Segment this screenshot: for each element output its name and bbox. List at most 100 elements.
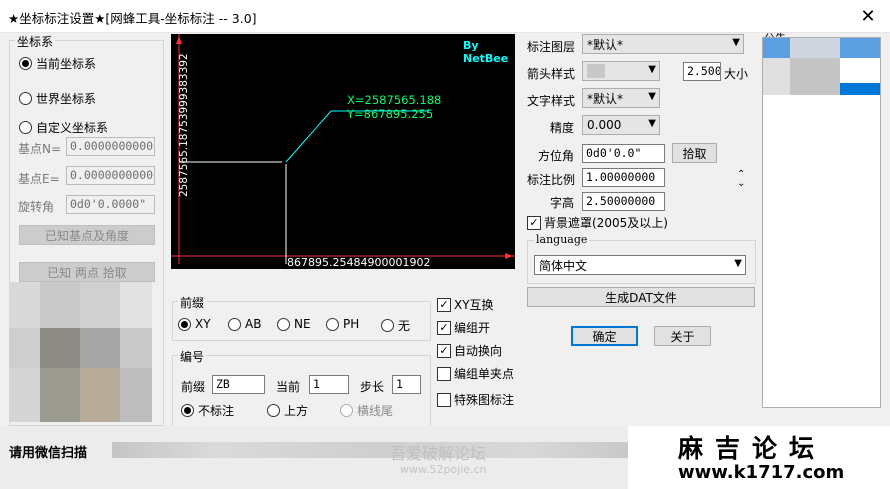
- base-e-field[interactable]: 0.000000000000: [66, 166, 155, 185]
- checkmark-icon: ✓: [437, 343, 451, 358]
- num-step-label: 步长: [360, 380, 385, 394]
- height-field[interactable]: 2.50000000: [582, 192, 665, 211]
- language-label: language: [534, 233, 590, 246]
- text-style-select[interactable]: *默认* ▼: [582, 88, 660, 108]
- chevron-down-icon: ▼: [734, 258, 742, 269]
- checkmark-icon: ✓: [437, 297, 451, 312]
- checkmark-icon: ✓: [527, 215, 541, 230]
- badge-url: www.k1717.com: [678, 462, 845, 483]
- layer-select[interactable]: *默认* ▼: [582, 34, 744, 54]
- language-value: 简体中文: [539, 258, 588, 273]
- known-base-button[interactable]: 已知基点及角度: [19, 225, 155, 245]
- close-icon[interactable]: ✕: [846, 0, 890, 32]
- radio-current-coord[interactable]: 当前坐标系: [19, 55, 96, 72]
- preview-x-text: X=2587565.188: [347, 93, 442, 107]
- radio-label: 世界坐标系: [36, 92, 97, 106]
- radio-dot: [277, 317, 290, 331]
- blurred-footer-text: [112, 442, 632, 458]
- scale-label: 标注比例: [527, 173, 576, 187]
- check-special-mark[interactable]: 特殊图标注: [437, 391, 514, 408]
- chevron-down-icon: ▼: [648, 118, 656, 129]
- language-select[interactable]: 简体中文 ▼: [534, 255, 746, 275]
- preview-vertical-text: 2587565.18753999383392: [178, 53, 190, 197]
- radio-label: NE: [294, 317, 311, 331]
- ok-button[interactable]: 确定: [571, 326, 638, 346]
- radio-label: AB: [245, 317, 262, 331]
- checkmark-icon: ✓: [437, 320, 451, 335]
- radio-dot: [19, 57, 32, 70]
- preview-horizontal-text: 867895.25484900001902: [287, 256, 431, 269]
- arrow-style-label: 箭头样式: [527, 67, 576, 81]
- rotation-field[interactable]: 0d0'0.0000": [66, 195, 155, 214]
- radio-world-coord[interactable]: 世界坐标系: [19, 90, 96, 107]
- radio-prefix-ph[interactable]: PH: [326, 317, 359, 331]
- radio-custom-coord[interactable]: 自定义坐标系: [19, 119, 108, 136]
- radio-dot: [267, 404, 280, 417]
- arrow-size-field[interactable]: 2.5000: [683, 62, 721, 81]
- num-current-label: 当前: [276, 380, 301, 394]
- azimuth-label: 方位角: [538, 149, 575, 163]
- num-prefix-label: 前缀: [181, 380, 206, 394]
- radio-label: 不标注: [198, 404, 235, 418]
- radio-no-label[interactable]: 不标注: [181, 402, 234, 419]
- check-group-on[interactable]: ✓ 编组开: [437, 319, 490, 336]
- arrow-style-select[interactable]: ▼: [582, 61, 660, 81]
- generate-dat-button[interactable]: 生成DAT文件: [527, 287, 755, 307]
- check-xy-swap[interactable]: ✓ XY互换: [437, 296, 494, 313]
- known-two-points-button[interactable]: 已知 两点 拾取: [19, 262, 155, 282]
- text-style-label: 文字样式: [527, 94, 576, 108]
- precision-value: 0.000: [587, 118, 622, 132]
- preview-canvas: By NetBee X=2587565.188 Y=867895.255 258…: [171, 34, 515, 269]
- scale-field[interactable]: 1.00000000: [582, 168, 665, 187]
- coord-system-label: 坐标系: [15, 33, 56, 50]
- about-button[interactable]: 关于: [654, 326, 711, 346]
- window-title: ★坐标标注设置★[网蜂工具-坐标标注 -- 3.0]: [8, 11, 257, 26]
- check-label: 自动换向: [454, 344, 503, 358]
- rotation-label: 旋转角: [18, 200, 55, 214]
- radio-dot: [228, 317, 241, 331]
- azimuth-field[interactable]: 0d0'0.0": [582, 144, 665, 163]
- blurred-image: [9, 282, 152, 422]
- num-step-field[interactable]: 1: [392, 375, 421, 394]
- radio-prefix-ab[interactable]: AB: [228, 317, 261, 331]
- radio-prefix-xy[interactable]: XY: [178, 317, 211, 331]
- pick-button[interactable]: 拾取: [672, 143, 717, 163]
- checkbox-empty: [437, 366, 451, 381]
- radio-label: 自定义坐标系: [36, 121, 109, 135]
- base-e-label: 基点E=: [18, 172, 60, 186]
- check-auto-wrap[interactable]: ✓ 自动换向: [437, 342, 502, 359]
- radio-dot: [178, 317, 191, 331]
- radio-prefix-ne[interactable]: NE: [277, 317, 311, 331]
- title-bar[interactable]: ★坐标标注设置★[网蜂工具-坐标标注 -- 3.0] ✕: [0, 0, 890, 33]
- scale-spinner-icon[interactable]: ⌃ ⌄: [737, 170, 745, 189]
- precision-select[interactable]: 0.000 ▼: [582, 115, 660, 135]
- radio-dot: [19, 121, 32, 134]
- prefix-label: 前缀: [178, 294, 207, 311]
- radio-dot: [340, 404, 353, 417]
- check-group-single-clip[interactable]: 编组单夹点: [437, 365, 514, 382]
- radio-underline-tail[interactable]: 横线尾: [340, 402, 393, 419]
- radio-label: XY: [195, 317, 211, 331]
- check-bg-mask[interactable]: ✓ 背景遮罩(2005及以上): [527, 214, 668, 231]
- badge-logo: 麻吉论坛 www.k1717.com: [628, 426, 890, 489]
- check-label: 编组单夹点: [454, 367, 515, 381]
- radio-above[interactable]: 上方: [267, 402, 308, 419]
- radio-dot: [19, 92, 32, 105]
- watermark-cn: 吾爱破解论坛: [390, 444, 487, 463]
- footer-left-text: 请用微信扫描: [9, 446, 88, 461]
- num-current-field[interactable]: 1: [309, 375, 349, 394]
- radio-label: 无: [398, 319, 411, 333]
- chevron-down-icon: ▼: [648, 91, 656, 102]
- radio-label: 横线尾: [357, 404, 394, 418]
- height-label: 字高: [550, 196, 575, 210]
- notice-panel[interactable]: [762, 37, 881, 408]
- num-prefix-field[interactable]: ZB: [212, 375, 265, 394]
- badge-title: 麻吉论坛: [678, 434, 827, 463]
- base-n-label: 基点N=: [18, 142, 62, 156]
- radio-prefix-none[interactable]: 无: [381, 317, 410, 334]
- base-n-field[interactable]: 0.000000000000: [66, 137, 155, 156]
- chevron-down-icon: ▼: [648, 64, 656, 75]
- radio-dot: [326, 317, 339, 331]
- checkbox-empty: [437, 392, 451, 407]
- size-label: 大小: [724, 67, 749, 81]
